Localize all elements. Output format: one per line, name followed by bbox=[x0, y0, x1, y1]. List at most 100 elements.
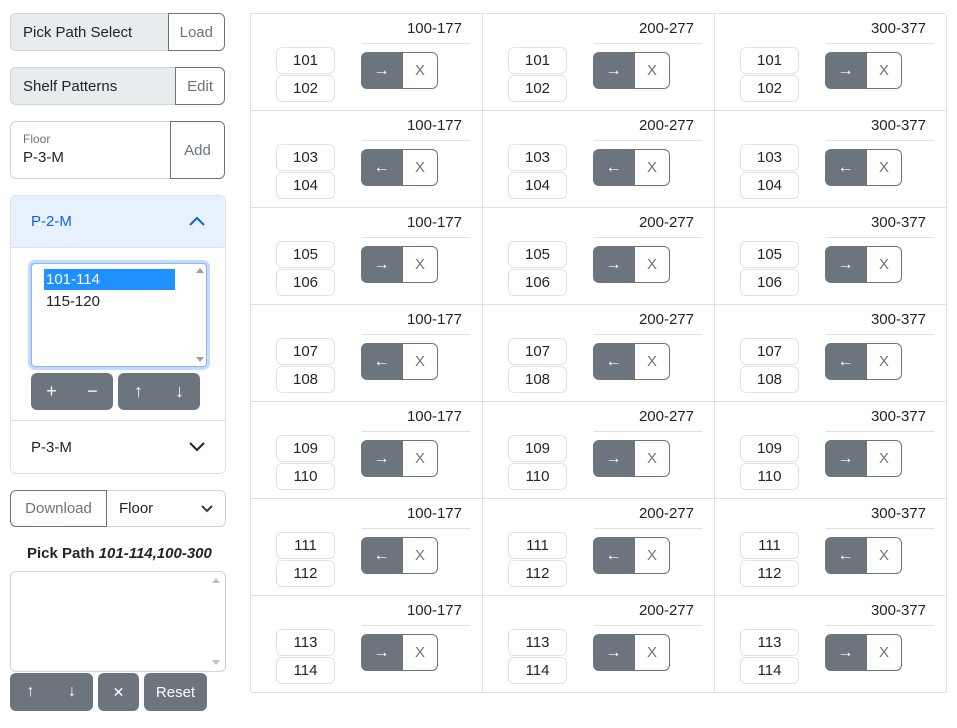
shelf-number[interactable]: 114 bbox=[740, 657, 799, 684]
shelf-number[interactable]: 102 bbox=[740, 75, 799, 102]
floor-field-value[interactable]: P-3-M bbox=[23, 149, 170, 166]
accordion-header-p-2-m[interactable]: P-2-M bbox=[11, 196, 225, 248]
shelf-number[interactable]: 102 bbox=[276, 75, 335, 102]
add-range-button[interactable]: + bbox=[31, 373, 72, 410]
direction-toggle-button[interactable]: → bbox=[361, 52, 402, 89]
direction-toggle-button[interactable]: → bbox=[825, 246, 866, 283]
shelf-number[interactable]: 104 bbox=[276, 172, 335, 199]
shelf-number[interactable]: 103 bbox=[740, 144, 799, 171]
remove-button[interactable]: X bbox=[866, 634, 902, 671]
shelf-number[interactable]: 108 bbox=[276, 366, 335, 393]
direction-toggle-button[interactable]: → bbox=[825, 52, 866, 89]
reset-button[interactable]: Reset bbox=[144, 673, 207, 711]
direction-toggle-button[interactable]: → bbox=[593, 52, 634, 89]
direction-toggle-button[interactable]: → bbox=[825, 440, 866, 477]
remove-button[interactable]: X bbox=[866, 440, 902, 477]
shelf-number[interactable]: 104 bbox=[508, 172, 567, 199]
remove-button[interactable]: X bbox=[402, 149, 438, 186]
remove-button[interactable]: X bbox=[402, 52, 438, 89]
shelf-number[interactable]: 103 bbox=[508, 144, 567, 171]
remove-button[interactable]: X bbox=[634, 149, 670, 186]
shelf-number[interactable]: 113 bbox=[740, 629, 799, 656]
remove-button[interactable]: X bbox=[634, 440, 670, 477]
shelf-number[interactable]: 101 bbox=[508, 47, 567, 74]
floor-field[interactable]: Floor P-3-M bbox=[10, 121, 170, 179]
remove-button[interactable]: X bbox=[634, 634, 670, 671]
shelf-number[interactable]: 101 bbox=[276, 47, 335, 74]
shelf-number[interactable]: 114 bbox=[276, 657, 335, 684]
shelf-number[interactable]: 104 bbox=[740, 172, 799, 199]
shelf-number[interactable]: 105 bbox=[740, 241, 799, 268]
shelf-number[interactable]: 106 bbox=[508, 269, 567, 296]
shelf-number[interactable]: 107 bbox=[276, 338, 335, 365]
accordion-header-p-3-m[interactable]: P-3-M bbox=[11, 421, 225, 473]
shelf-number[interactable]: 101 bbox=[740, 47, 799, 74]
remove-button[interactable]: X bbox=[866, 246, 902, 283]
direction-toggle-button[interactable]: ← bbox=[825, 343, 866, 380]
direction-toggle-button[interactable]: → bbox=[593, 440, 634, 477]
shelf-number[interactable]: 103 bbox=[276, 144, 335, 171]
shelf-number[interactable]: 112 bbox=[508, 560, 567, 587]
remove-button[interactable]: X bbox=[402, 440, 438, 477]
move-up-button[interactable]: ↑ bbox=[118, 373, 159, 410]
range-listbox[interactable]: 101-114 115-120 bbox=[31, 263, 207, 367]
shelf-number[interactable]: 113 bbox=[276, 629, 335, 656]
direction-toggle-button[interactable]: → bbox=[361, 246, 402, 283]
shelf-number[interactable]: 109 bbox=[276, 435, 335, 462]
remove-button[interactable]: X bbox=[634, 52, 670, 89]
shelf-number[interactable]: 107 bbox=[508, 338, 567, 365]
shelf-number[interactable]: 107 bbox=[740, 338, 799, 365]
add-floor-button[interactable]: Add bbox=[170, 121, 225, 179]
shelf-number[interactable]: 110 bbox=[276, 463, 335, 490]
remove-button[interactable]: X bbox=[866, 537, 902, 574]
remove-button[interactable]: X bbox=[634, 343, 670, 380]
direction-toggle-button[interactable]: ← bbox=[361, 149, 402, 186]
edit-button[interactable]: Edit bbox=[175, 67, 225, 105]
direction-toggle-button[interactable]: → bbox=[361, 634, 402, 671]
remove-button[interactable]: X bbox=[402, 634, 438, 671]
remove-range-button[interactable]: − bbox=[72, 373, 113, 410]
shelf-number[interactable]: 106 bbox=[740, 269, 799, 296]
list-option-selected[interactable]: 101-114 bbox=[44, 269, 175, 290]
remove-button[interactable]: X bbox=[402, 246, 438, 283]
direction-toggle-button[interactable]: ← bbox=[361, 343, 402, 380]
shelf-number[interactable]: 111 bbox=[276, 532, 335, 559]
direction-toggle-button[interactable]: ← bbox=[825, 537, 866, 574]
path-down-button[interactable]: ↓ bbox=[51, 673, 93, 711]
shelf-number[interactable]: 108 bbox=[740, 366, 799, 393]
direction-toggle-button[interactable]: → bbox=[825, 634, 866, 671]
textarea-scrollbar[interactable] bbox=[212, 578, 220, 665]
shelf-number[interactable]: 102 bbox=[508, 75, 567, 102]
path-up-button[interactable]: ↑ bbox=[10, 673, 51, 711]
shelf-number[interactable]: 110 bbox=[508, 463, 567, 490]
listbox-scrollbar[interactable] bbox=[196, 268, 204, 362]
download-button[interactable]: Download bbox=[10, 490, 107, 527]
direction-toggle-button[interactable]: ← bbox=[361, 537, 402, 574]
shelf-number[interactable]: 106 bbox=[276, 269, 335, 296]
direction-toggle-button[interactable]: ← bbox=[593, 537, 634, 574]
direction-toggle-button[interactable]: → bbox=[593, 246, 634, 283]
remove-button[interactable]: X bbox=[634, 537, 670, 574]
shelf-number[interactable]: 105 bbox=[276, 241, 335, 268]
shelf-number[interactable]: 113 bbox=[508, 629, 567, 656]
shelf-number[interactable]: 109 bbox=[740, 435, 799, 462]
shelf-number[interactable]: 105 bbox=[508, 241, 567, 268]
remove-button[interactable]: X bbox=[402, 343, 438, 380]
shelf-number[interactable]: 110 bbox=[740, 463, 799, 490]
direction-toggle-button[interactable]: ← bbox=[825, 149, 866, 186]
clear-path-button[interactable]: ✕ bbox=[98, 673, 139, 711]
remove-button[interactable]: X bbox=[402, 537, 438, 574]
shelf-number[interactable]: 112 bbox=[276, 560, 335, 587]
move-down-button[interactable]: ↓ bbox=[159, 373, 200, 410]
shelf-number[interactable]: 112 bbox=[740, 560, 799, 587]
direction-toggle-button[interactable]: → bbox=[593, 634, 634, 671]
list-option[interactable]: 115-120 bbox=[44, 291, 175, 312]
direction-toggle-button[interactable]: ← bbox=[593, 343, 634, 380]
shelf-number[interactable]: 111 bbox=[740, 532, 799, 559]
shelf-number[interactable]: 108 bbox=[508, 366, 567, 393]
remove-button[interactable]: X bbox=[866, 52, 902, 89]
direction-toggle-button[interactable]: → bbox=[361, 440, 402, 477]
direction-toggle-button[interactable]: ← bbox=[593, 149, 634, 186]
remove-button[interactable]: X bbox=[866, 149, 902, 186]
shelf-number[interactable]: 114 bbox=[508, 657, 567, 684]
